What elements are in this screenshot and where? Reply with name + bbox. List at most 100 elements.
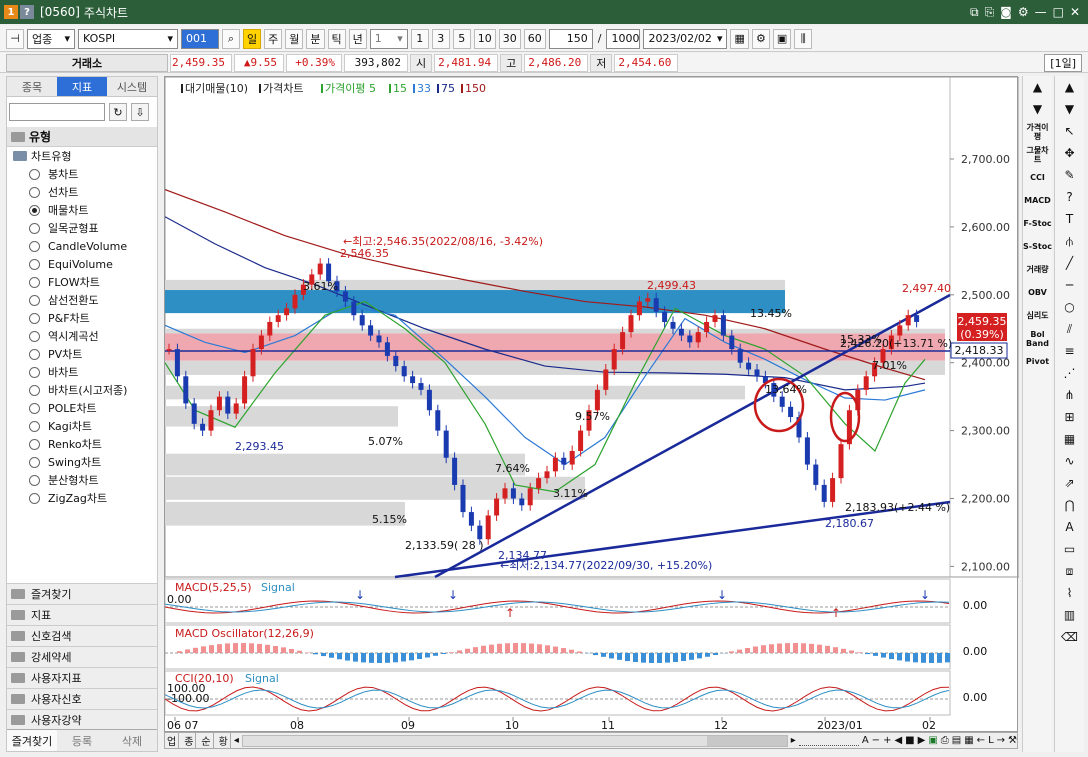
market-select[interactable]: KOSPI ▾ <box>78 28 178 49</box>
sidebar-search-input[interactable] <box>9 103 105 121</box>
channel-icon[interactable]: ⫽ <box>1055 318 1084 340</box>
indicator-button[interactable]: MACD <box>1023 189 1052 212</box>
chart-type-item[interactable]: 봉차트 <box>7 165 157 183</box>
wave-icon[interactable]: ∿ <box>1055 450 1084 472</box>
chart-svg[interactable]: 2,700.00 2,600.00 2,500.00 2,400.00 2,300.00… <box>164 76 1020 733</box>
chart-area[interactable]: 2,700.00 2,600.00 2,500.00 2,400.00 2,300.00… <box>164 76 1020 733</box>
download-icon[interactable]: ⇩ <box>131 103 149 121</box>
chart-mini-icon[interactable]: ⌇ <box>1055 582 1084 604</box>
max-input[interactable]: 1000 <box>606 28 641 49</box>
chart-type-item[interactable]: 분산형차트 <box>7 471 157 489</box>
fork-icon[interactable]: ⫛ <box>1055 230 1084 252</box>
radio-button[interactable] <box>29 258 40 270</box>
search-icon[interactable]: ⌕ <box>222 28 240 49</box>
text-icon[interactable]: T <box>1055 208 1084 230</box>
camera-icon[interactable]: ◙ <box>1000 5 1012 20</box>
tab-indicator[interactable]: 지표 <box>57 77 107 96</box>
copy-icon[interactable]: ⎘ <box>985 5 995 20</box>
sidebar-group-folder[interactable]: 즐겨찾기 <box>7 583 157 604</box>
letter-a-button[interactable]: A <box>862 735 869 746</box>
print-icon[interactable]: ⎙ <box>941 735 949 746</box>
horizontal-scrollbar[interactable] <box>241 734 788 747</box>
forward-arrow-icon[interactable]: → <box>997 735 1005 746</box>
indicator-settings-icon[interactable]: ⫼ <box>794 28 813 49</box>
refresh-icon[interactable]: ↻ <box>109 103 127 121</box>
zoom-in-icon[interactable]: + <box>883 735 891 746</box>
chart-type-item[interactable]: 매물차트 <box>7 201 157 219</box>
radio-button[interactable] <box>29 186 40 198</box>
radio-button[interactable] <box>29 312 40 324</box>
interval-3-button[interactable]: 3 <box>431 28 450 49</box>
circle-icon[interactable]: ○ <box>1055 296 1084 318</box>
auto-icon[interactable]: A <box>1055 516 1084 538</box>
period-year-button[interactable]: 년 <box>348 28 367 49</box>
period-minute-button[interactable]: 분 <box>306 28 325 49</box>
chart-type-item[interactable]: PV차트 <box>7 345 157 363</box>
interval-5-button[interactable]: 5 <box>452 28 471 49</box>
sidebar-group-folder[interactable]: 강세약세 <box>7 646 157 667</box>
period-week-button[interactable]: 주 <box>264 28 283 49</box>
tab-stock[interactable]: 종목 <box>7 77 57 96</box>
crosshair-icon[interactable]: ✥ <box>1055 142 1084 164</box>
layout-icon[interactable]: ▤ <box>952 735 961 746</box>
delete-button[interactable]: 삭제 <box>107 730 157 751</box>
chart-type-item[interactable]: 바차트(시고저종) <box>7 381 157 399</box>
indicator-button[interactable]: CCI <box>1023 166 1052 189</box>
radio-button[interactable] <box>29 330 40 342</box>
radio-button[interactable] <box>29 456 40 468</box>
chart-type-item[interactable]: 선차트 <box>7 183 157 201</box>
bottom-tab-status[interactable]: 황 <box>217 733 231 748</box>
indicator-button[interactable]: S-Stoc <box>1023 235 1052 258</box>
stop-icon[interactable]: ■ <box>905 735 914 746</box>
date-select[interactable]: 2023/02/02 ▾ <box>643 28 728 49</box>
chart-type-item[interactable]: ZigZag차트 <box>7 489 157 507</box>
indicator-button[interactable]: F-Stoc <box>1023 212 1052 235</box>
chart-type-item[interactable]: EquiVolume <box>7 255 157 273</box>
maximize-icon[interactable]: □ <box>1053 5 1064 20</box>
letter-l-button[interactable]: L <box>988 735 994 746</box>
type-group-header[interactable]: 유형 <box>7 127 157 147</box>
sidebar-group-folder[interactable]: 신호검색 <box>7 625 157 646</box>
indicator-button[interactable]: 그물차트 <box>1023 143 1052 166</box>
bottom-tab-order[interactable]: 순 <box>199 733 214 748</box>
radio-button[interactable] <box>29 294 40 306</box>
question-icon[interactable]: ? <box>1055 186 1084 208</box>
chart-type-item[interactable]: 바차트 <box>7 363 157 381</box>
scroll-thumb[interactable] <box>706 735 787 746</box>
interval-30-button[interactable]: 30 <box>498 28 521 49</box>
radio-button[interactable] <box>29 492 40 504</box>
sidebar-group-folder[interactable]: 사용자강약 <box>7 709 157 730</box>
chart-type-item[interactable]: POLE차트 <box>7 399 157 417</box>
play-icon[interactable]: ▶ <box>918 735 926 746</box>
radio-button[interactable] <box>29 222 40 234</box>
radio-button[interactable] <box>29 240 40 252</box>
back-arrow-icon[interactable]: ← <box>977 735 985 746</box>
screen-icon[interactable]: ⧈ <box>1055 560 1084 582</box>
register-button[interactable]: 등록 <box>57 730 107 751</box>
trash-icon[interactable]: ⌫ <box>1055 626 1084 648</box>
interval-select[interactable]: 1 ▾ <box>369 28 408 49</box>
chart-type-item[interactable]: Renko차트 <box>7 435 157 453</box>
count-input[interactable]: 150 <box>548 28 593 49</box>
hline-icon[interactable]: ─ <box>1055 274 1084 296</box>
close-icon[interactable]: ✕ <box>1070 5 1080 20</box>
radio-button[interactable] <box>29 366 40 378</box>
bottom-tab-stock[interactable]: 종 <box>182 733 197 748</box>
period-month-button[interactable]: 월 <box>285 28 304 49</box>
fan-icon[interactable]: ⋰ <box>1055 362 1084 384</box>
favorites-footer-tab[interactable]: 즐겨찾기 <box>7 730 57 751</box>
radio-button[interactable] <box>29 438 40 450</box>
fibonacci-icon[interactable]: ≡ <box>1055 340 1084 362</box>
zoom-slider[interactable] <box>798 736 859 746</box>
radio-button[interactable] <box>29 168 40 180</box>
save-icon[interactable]: ▣ <box>772 28 792 49</box>
radio-button[interactable] <box>29 420 40 432</box>
radio-button[interactable] <box>29 402 40 414</box>
chart-type-item[interactable]: FLOW차트 <box>7 273 157 291</box>
chart-type-item[interactable]: Swing차트 <box>7 453 157 471</box>
period-tick-button[interactable]: 틱 <box>327 28 346 49</box>
indicator-button[interactable]: 가격이평 <box>1023 120 1052 143</box>
interval-60-button[interactable]: 60 <box>523 28 546 49</box>
minimize-icon[interactable]: — <box>1035 5 1047 20</box>
indicator-button[interactable]: 심리도 <box>1023 304 1052 327</box>
